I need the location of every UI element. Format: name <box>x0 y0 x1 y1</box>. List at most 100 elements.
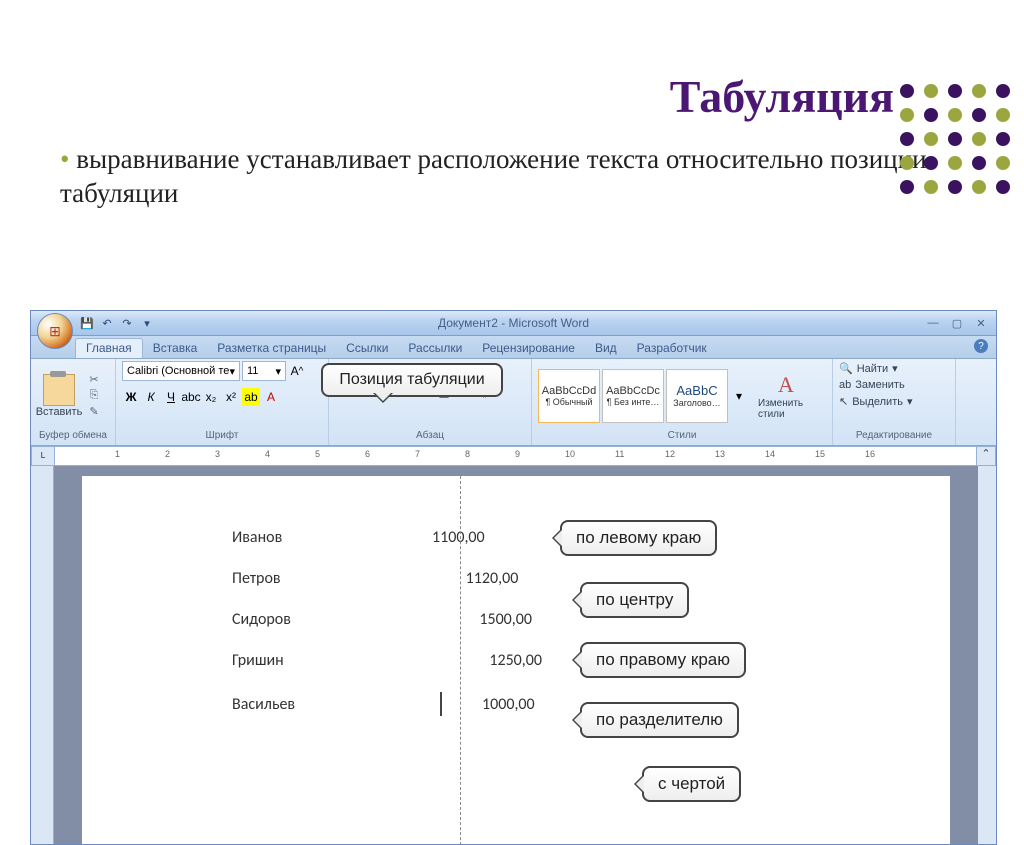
minimize-button[interactable]: — <box>922 317 944 330</box>
office-button[interactable]: ⊞ <box>37 313 73 349</box>
format-painter-icon[interactable]: ✎ <box>87 405 101 419</box>
styles-more-icon[interactable]: ▾ <box>730 387 748 405</box>
underline-button[interactable]: Ч <box>162 388 180 406</box>
window-title: Документ2 - Microsoft Word <box>438 316 589 330</box>
group-paragraph-label: Абзац <box>335 430 525 441</box>
callout-tab-position: Позиция табуляции <box>321 363 503 397</box>
ruler-area: L 12345678910111213141516 ⌃ <box>31 446 996 466</box>
cut-icon[interactable]: ✂ <box>87 373 101 387</box>
close-button[interactable]: ✕ <box>970 317 992 330</box>
group-editing-label: Редактирование <box>839 430 949 441</box>
italic-button[interactable]: К <box>142 388 160 406</box>
bold-button[interactable]: Ж <box>122 388 140 406</box>
change-styles-button[interactable]: A Изменить стили <box>758 372 814 420</box>
highlight-button[interactable]: ab <box>242 388 260 406</box>
grow-font-icon[interactable]: A^ <box>288 362 306 380</box>
undo-icon[interactable]: ↶ <box>99 315 115 331</box>
tab-mailings[interactable]: Рассылки <box>398 339 472 358</box>
tab-review[interactable]: Рецензирование <box>472 339 585 358</box>
superscript-button[interactable]: x² <box>222 388 240 406</box>
ruler-tick: 9 <box>515 449 520 459</box>
group-clipboard: Вставить ✂ ⎘ ✎ Буфер обмена <box>31 359 116 445</box>
ruler-toggle-icon[interactable]: ⌃ <box>977 446 996 466</box>
group-styles-label: Стили <box>538 430 826 441</box>
ribbon-tabs: Главная Вставка Разметка страницы Ссылки… <box>31 336 996 359</box>
ribbon: Позиция табуляции Вставить ✂ ⎘ ✎ Буфер о… <box>31 359 996 446</box>
select-button[interactable]: ↖Выделить▾ <box>839 395 913 408</box>
vertical-ruler[interactable] <box>31 466 54 844</box>
style-no-spacing[interactable]: AaBbCcDc ¶ Без инте… <box>602 369 664 423</box>
tab-view[interactable]: Вид <box>585 339 627 358</box>
line-value: 1250,00 <box>432 651 542 670</box>
document-line: Гришин1250,00 <box>122 651 910 670</box>
line-name: Васильев <box>122 695 432 714</box>
font-name-select[interactable]: Calibri (Основной те▾ <box>122 361 240 381</box>
group-font: Calibri (Основной те▾ 11▾ A^ Ж К Ч abc x… <box>116 359 329 445</box>
ruler-tick: 7 <box>415 449 420 459</box>
callout-decimal-align: по разделителю <box>580 702 739 738</box>
horizontal-ruler[interactable]: 12345678910111213141516 <box>55 446 977 466</box>
decoration-dots <box>900 84 1010 204</box>
callout-left-align: по левому краю <box>560 520 717 556</box>
tab-stop-indicator-line <box>460 476 461 844</box>
callout-bar-tab: с чертой <box>642 766 741 802</box>
font-color-button[interactable]: A <box>262 388 280 406</box>
tab-developer[interactable]: Разработчик <box>627 339 717 358</box>
font-size-select[interactable]: 11▾ <box>242 361 286 381</box>
find-button[interactable]: 🔍Найти▾ <box>839 362 898 375</box>
cursor-icon: ↖ <box>839 395 848 408</box>
document-line: Иванов1100,00 <box>122 528 910 547</box>
binoculars-icon: 🔍 <box>839 362 853 375</box>
ruler-tick: 3 <box>215 449 220 459</box>
maximize-button[interactable]: ▢ <box>946 317 968 330</box>
document-page: Иванов1100,00Петров1120,00Сидоров1500,00… <box>82 476 950 844</box>
tab-references[interactable]: Ссылки <box>336 339 398 358</box>
line-value: 1120,00 <box>432 569 552 588</box>
help-icon[interactable]: ? <box>974 339 988 353</box>
qat-more-icon[interactable]: ▾ <box>139 315 155 331</box>
tab-page-layout[interactable]: Разметка страницы <box>207 339 336 358</box>
letter-a-icon: A <box>778 372 794 398</box>
line-name: Иванов <box>122 528 432 547</box>
tab-selector[interactable]: L <box>31 446 55 466</box>
style-normal[interactable]: AaBbCcDd ¶ Обычный <box>538 369 600 423</box>
tab-insert[interactable]: Вставка <box>143 339 208 358</box>
ruler-tick: 10 <box>565 449 575 459</box>
ruler-tick: 11 <box>615 449 624 459</box>
redo-icon[interactable]: ↷ <box>119 315 135 331</box>
group-editing: 🔍Найти▾ abЗаменить ↖Выделить▾ Редактиров… <box>833 359 956 445</box>
word-window: ⊞ 💾 ↶ ↷ ▾ Документ2 - Microsoft Word — ▢… <box>30 310 997 845</box>
quick-access-toolbar: 💾 ↶ ↷ ▾ <box>79 315 155 331</box>
ruler-tick: 2 <box>165 449 170 459</box>
ruler-tick: 15 <box>815 449 825 459</box>
copy-icon[interactable]: ⎘ <box>87 389 101 403</box>
strike-button[interactable]: abc <box>182 388 200 406</box>
callout-label: Позиция табуляции <box>339 371 484 388</box>
slide-title: Табуляция <box>0 70 894 123</box>
titlebar: ⊞ 💾 ↶ ↷ ▾ Документ2 - Microsoft Word — ▢… <box>31 311 996 336</box>
subscript-button[interactable]: x₂ <box>202 388 220 406</box>
group-clipboard-label: Буфер обмена <box>37 430 109 441</box>
group-font-label: Шрифт <box>122 430 322 441</box>
save-icon[interactable]: 💾 <box>79 315 95 331</box>
callout-center-align: по центру <box>580 582 689 618</box>
paste-button[interactable]: Вставить <box>37 374 81 418</box>
ruler-tick: 6 <box>365 449 370 459</box>
style-heading[interactable]: AaBbC Заголово… <box>666 369 728 423</box>
ruler-tick: 16 <box>865 449 875 459</box>
ruler-tick: 14 <box>765 449 775 459</box>
ruler-tick: 5 <box>315 449 320 459</box>
bullet-text: выравнивание устанавливает расположение … <box>60 143 964 211</box>
vertical-scrollbar[interactable] <box>978 466 996 844</box>
tab-home[interactable]: Главная <box>75 338 143 358</box>
ruler-tick: 8 <box>465 449 470 459</box>
line-value: 1500,00 <box>432 610 532 629</box>
callout-right-align: по правому краю <box>580 642 746 678</box>
replace-button[interactable]: abЗаменить <box>839 379 905 391</box>
replace-icon: ab <box>839 379 851 391</box>
group-styles: AaBbCcDd ¶ Обычный AaBbCcDc ¶ Без инте… … <box>532 359 833 445</box>
document-area: Иванов1100,00Петров1120,00Сидоров1500,00… <box>31 466 996 844</box>
ruler-tick: 1 <box>115 449 120 459</box>
line-name: Гришин <box>122 651 432 670</box>
paste-label: Вставить <box>36 406 83 418</box>
